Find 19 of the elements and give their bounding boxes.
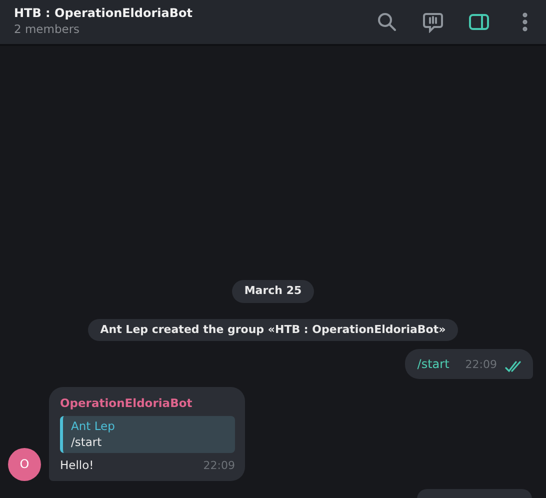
chart-bubble-button[interactable] bbox=[422, 11, 444, 33]
chart-bubble-icon bbox=[422, 11, 444, 33]
reply-text: /start bbox=[71, 434, 103, 452]
date-label: March 25 bbox=[232, 280, 314, 302]
member-count: 2 members bbox=[14, 20, 81, 38]
message-text: /start bbox=[417, 356, 450, 373]
more-icon bbox=[522, 11, 528, 33]
side-panel-icon bbox=[468, 11, 490, 33]
avatar: O bbox=[8, 448, 41, 481]
reply-author: Ant Lep bbox=[71, 418, 116, 434]
side-panel-button[interactable] bbox=[468, 11, 490, 33]
search-button[interactable] bbox=[376, 11, 398, 33]
search-icon bbox=[376, 11, 398, 33]
sender-name: OperationEldoriaBot bbox=[60, 395, 194, 412]
chat-title: HTB : OperationEldoriaBot bbox=[14, 6, 193, 21]
message-time: 22:09 bbox=[465, 356, 497, 372]
service-message: Ant Lep created the group «HTB : OperationEldoriaBot» bbox=[88, 318, 458, 341]
message-text: Hello! bbox=[60, 457, 94, 474]
message-time: 22:09 bbox=[203, 458, 235, 474]
